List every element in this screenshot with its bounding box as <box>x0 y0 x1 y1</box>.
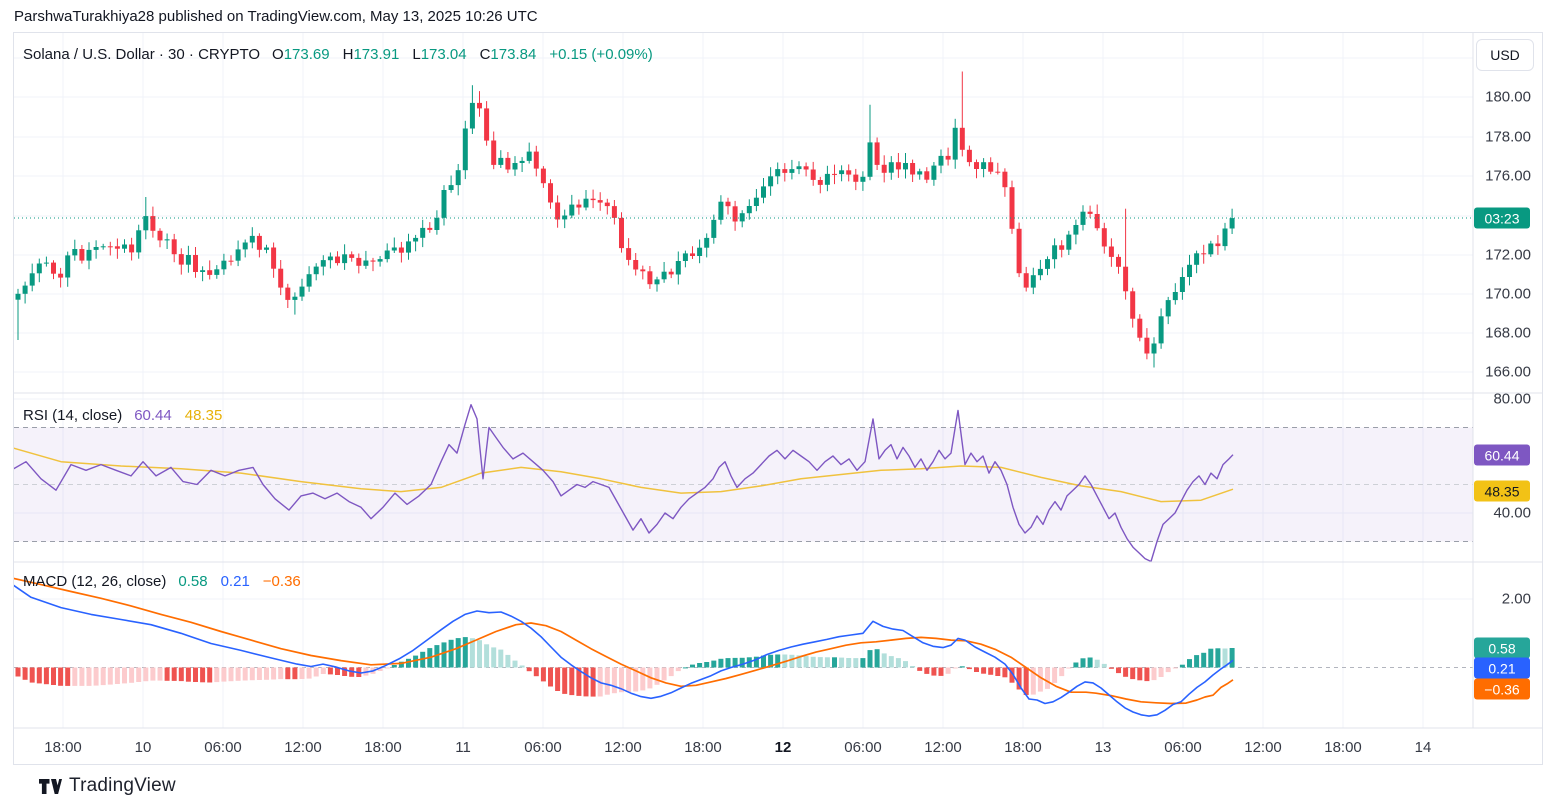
macd-signal-value: −0.36 <box>263 573 301 590</box>
price-tick-label: 178.00 <box>1485 129 1531 146</box>
macd-signal-value-badge: −0.36 <box>1474 679 1530 700</box>
rsi-ma-value-badge: 48.35 <box>1474 481 1530 502</box>
macd-line-value-badge: 0.21 <box>1474 658 1530 679</box>
chart-canvas[interactable] <box>14 33 1542 764</box>
time-axis-label: 18:00 <box>684 736 722 760</box>
time-axis-label: 13 <box>1095 736 1112 760</box>
time-axis-label: 12:00 <box>924 736 962 760</box>
time-axis-label: 06:00 <box>204 736 242 760</box>
time-axis-label: 06:00 <box>1164 736 1202 760</box>
bar-countdown-badge: 03:23 <box>1474 208 1530 229</box>
currency-toggle-button[interactable]: USD <box>1476 39 1534 71</box>
change-value: +0.15 (+0.09%) <box>549 46 652 63</box>
time-axis-label: 11 <box>455 736 471 760</box>
macd-hist-value-badge: 0.58 <box>1474 638 1530 659</box>
macd-hist-value: 0.58 <box>178 573 207 590</box>
price-tick-label: 176.00 <box>1485 168 1531 185</box>
macd-tick-label: 2.00 <box>1502 591 1531 608</box>
symbol-title: Solana / U.S. Dollar · 30 · CRYPTO <box>23 46 260 63</box>
time-axis-label: 18:00 <box>1324 736 1362 760</box>
time-axis-label: 12:00 <box>284 736 322 760</box>
tradingview-logo-icon <box>39 778 62 795</box>
time-axis-label: 06:00 <box>524 736 562 760</box>
time-axis-label: 06:00 <box>844 736 882 760</box>
time-axis-label: 18:00 <box>364 736 402 760</box>
rsi-tick-label: 40.00 <box>1493 505 1531 522</box>
rsi-value-badge: 60.44 <box>1474 445 1530 466</box>
price-tick-label: 172.00 <box>1485 247 1531 264</box>
price-tick-label: 180.00 <box>1485 89 1531 106</box>
price-tick-label: 170.00 <box>1485 286 1531 303</box>
tradingview-attribution[interactable]: TradingView <box>39 763 176 809</box>
price-tick-label: 166.00 <box>1485 364 1531 381</box>
rsi-ma-value: 48.35 <box>185 407 223 424</box>
chart-widget[interactable]: Solana / U.S. Dollar · 30 · CRYPTO O173.… <box>13 32 1543 765</box>
brand-name: TradingView <box>69 775 176 797</box>
time-axis-label: 12:00 <box>604 736 642 760</box>
close-value: C173.84 <box>480 46 537 63</box>
rsi-tick-label: 80.00 <box>1493 391 1531 408</box>
rsi-title: RSI (14, close) <box>23 407 122 424</box>
publish-caption: ParshwaTurakhiya28 published on TradingV… <box>14 5 538 29</box>
time-axis-label: 14 <box>1415 736 1432 760</box>
macd-line-value: 0.21 <box>221 573 250 590</box>
macd-title: MACD (12, 26, close) <box>23 573 166 590</box>
ohlc-values: O173.69 H173.91 L173.04 C173.84 +0.15 (+… <box>272 46 653 63</box>
price-tick-label: 168.00 <box>1485 325 1531 342</box>
rsi-value: 60.44 <box>134 407 172 424</box>
time-axis-label: 18:00 <box>1004 736 1042 760</box>
time-axis-label: 12:00 <box>1244 736 1282 760</box>
time-axis-label: 18:00 <box>44 736 82 760</box>
symbol-legend: Solana / U.S. Dollar · 30 · CRYPTO O173.… <box>23 46 653 63</box>
time-axis-label: 12 <box>775 736 792 760</box>
open-value: O173.69 <box>272 46 330 63</box>
low-value: L173.04 <box>412 46 466 63</box>
time-axis-label: 10 <box>135 736 152 760</box>
macd-legend: MACD (12, 26, close) 0.58 0.21 −0.36 <box>23 573 301 590</box>
rsi-legend: RSI (14, close) 60.44 48.35 <box>23 407 222 424</box>
high-value: H173.91 <box>343 46 400 63</box>
